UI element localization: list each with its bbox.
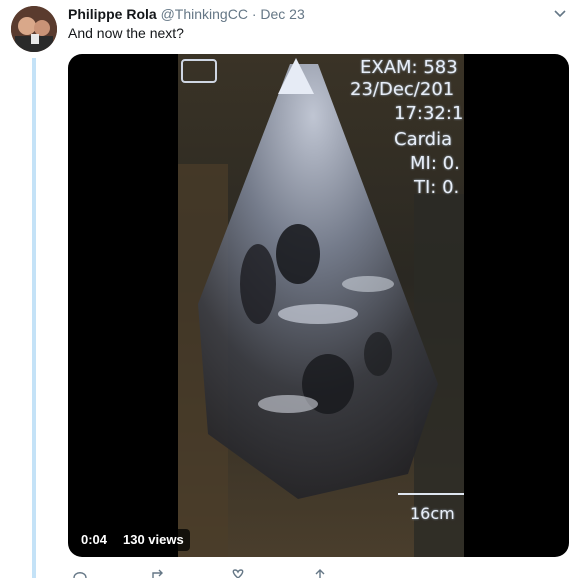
depth-label: 16cm [410, 504, 455, 523]
like-heart-icon[interactable] [230, 568, 246, 578]
meta-separator: · [251, 6, 257, 22]
chevron-down-icon[interactable] [553, 9, 567, 19]
mi-label: MI: 0. [410, 153, 460, 174]
author-avatar[interactable] [11, 6, 57, 52]
exam-date-label: 23/Dec/201 [350, 79, 455, 100]
exam-id-label: EXAM: 583 [360, 57, 458, 78]
share-icon[interactable] [312, 568, 328, 578]
video-player[interactable]: EXAM: 583 23/Dec/201 17:32:1 Cardia MI: … [68, 54, 569, 557]
retweet-icon[interactable] [150, 568, 166, 578]
ti-label: TI: 0. [414, 177, 460, 198]
exam-time-label: 17:32:1 [394, 103, 464, 124]
preset-label: Cardia [394, 129, 453, 150]
tweet-text: And now the next? [68, 25, 184, 41]
author-name[interactable]: Philippe Rola [68, 6, 157, 22]
video-duration-badge: 0:04 [75, 529, 114, 551]
view-count-badge: 130 views [117, 529, 190, 551]
tweet-date[interactable]: Dec 23 [260, 6, 304, 22]
author-handle[interactable]: @ThinkingCC [161, 6, 248, 22]
thread-connector-line [32, 58, 36, 578]
avatar-photo [11, 6, 57, 52]
tweet-header: Philippe Rola @ThinkingCC · Dec 23 [68, 5, 305, 23]
ultrasound-video-frame: EXAM: 583 23/Dec/201 17:32:1 Cardia MI: … [178, 54, 464, 557]
reply-icon[interactable] [72, 568, 88, 578]
